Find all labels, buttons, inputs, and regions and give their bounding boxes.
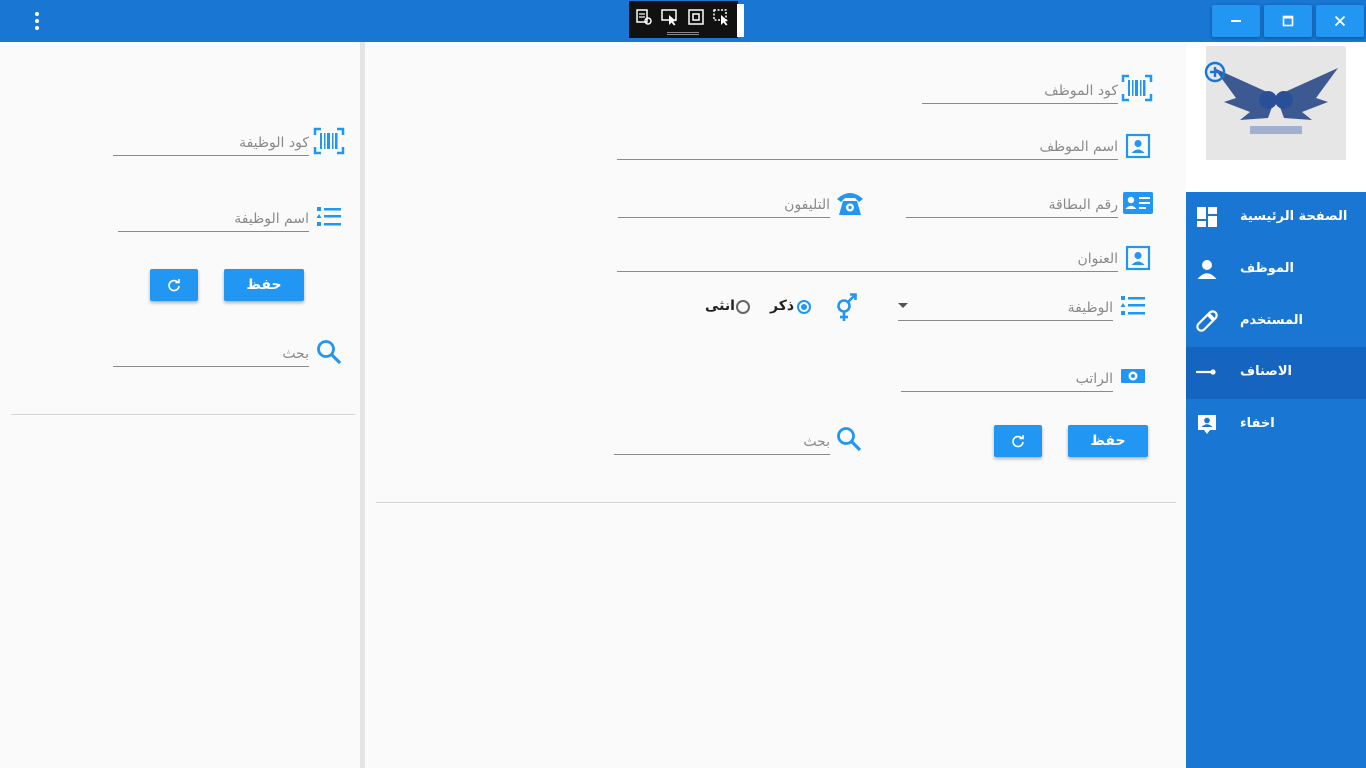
jobs-panel: كود الوظيفة اسم الوظيفة حفظ بحث (0, 42, 360, 768)
minimize-icon (1231, 20, 1241, 22)
sidebar-item-home[interactable]: الصفحة الرئيسية (1186, 192, 1366, 244)
close-icon (1334, 15, 1346, 27)
debug-toolbar (629, 1, 738, 38)
dropdown-arrow-icon (898, 303, 908, 308)
drag-handle[interactable] (667, 32, 699, 35)
search-input[interactable]: بحث (113, 339, 309, 367)
list-icon (316, 205, 342, 229)
job-select[interactable]: الوظيفة (898, 293, 1113, 321)
title-bar (0, 0, 1366, 42)
job-code-field[interactable]: كود الوظيفة (113, 128, 309, 156)
sidebar: الصفحة الرئيسية الموظف المستخدم الاصناف … (1186, 42, 1366, 768)
male-radio[interactable] (797, 300, 811, 314)
pill-icon (1196, 310, 1218, 332)
refresh-icon (1012, 435, 1024, 448)
id-card-icon (1122, 191, 1154, 215)
sidebar-item-hide[interactable]: اخفاء (1186, 399, 1366, 451)
hot-reload-icon[interactable] (712, 7, 732, 27)
list-icon (1120, 294, 1146, 318)
close-button[interactable] (1316, 5, 1364, 37)
employee-code-field[interactable]: كود الموظف (922, 76, 1118, 104)
slider-icon (1196, 361, 1218, 383)
sidebar-item-employee[interactable]: الموظف (1186, 244, 1366, 296)
address-field[interactable]: العنوان (617, 244, 1118, 272)
pointer-icon[interactable] (660, 7, 680, 27)
employee-name-field[interactable]: اسم الموظف (617, 132, 1118, 160)
female-label: انثى (705, 298, 735, 314)
refresh-button[interactable] (994, 425, 1042, 457)
money-icon (1120, 366, 1146, 386)
contact-icon (1196, 413, 1218, 435)
logo-area (1186, 42, 1366, 192)
card-number-field[interactable]: رقم البطاقة (906, 190, 1118, 218)
minimize-button[interactable] (1212, 5, 1260, 37)
logo (1206, 46, 1346, 160)
refresh-icon (168, 279, 180, 292)
gender-icon (834, 292, 858, 322)
save-button[interactable]: حفظ (224, 269, 304, 301)
sidebar-item-label: الموظف (1240, 261, 1294, 276)
employee-panel: كود الموظف اسم الموظف رقم البطاقة التليف… (365, 42, 1186, 768)
sidebar-item-label: اخفاء (1240, 416, 1275, 431)
female-radio[interactable] (736, 300, 750, 314)
sidebar-item-user[interactable]: المستخدم (1186, 296, 1366, 348)
barcode-icon (313, 127, 345, 155)
maximize-button[interactable] (1264, 5, 1312, 37)
search-input[interactable]: بحث (614, 427, 830, 455)
dashboard-icon (1196, 206, 1218, 228)
divider (376, 502, 1176, 503)
sidebar-item-label: الاصناف (1240, 364, 1292, 379)
sidebar-item-label: المستخدم (1240, 313, 1303, 328)
layout-bounds-icon[interactable] (686, 7, 706, 27)
add-photo-icon[interactable] (1204, 61, 1226, 83)
contact-card-icon (1125, 245, 1151, 271)
select-element-icon[interactable] (634, 7, 654, 27)
search-icon (316, 339, 342, 365)
barcode-icon (1121, 74, 1153, 102)
search-icon (836, 426, 862, 452)
divider (11, 414, 355, 415)
debug-toolbar-edge (737, 4, 744, 37)
phone-field[interactable]: التليفون (618, 190, 830, 218)
salary-field[interactable]: الراتب (901, 364, 1113, 392)
phone-icon (835, 189, 865, 217)
sidebar-item-label: الصفحة الرئيسية (1240, 209, 1348, 224)
save-button[interactable]: حفظ (1068, 425, 1148, 457)
maximize-icon (1282, 15, 1294, 27)
person-icon (1196, 258, 1218, 280)
male-label: ذكر (770, 298, 795, 314)
contact-card-icon (1125, 133, 1151, 159)
refresh-button[interactable] (150, 269, 198, 301)
sidebar-item-items[interactable]: الاصناف (1186, 347, 1366, 399)
more-vert-icon[interactable] (27, 9, 47, 33)
job-name-field[interactable]: اسم الوظيفة (118, 204, 309, 232)
